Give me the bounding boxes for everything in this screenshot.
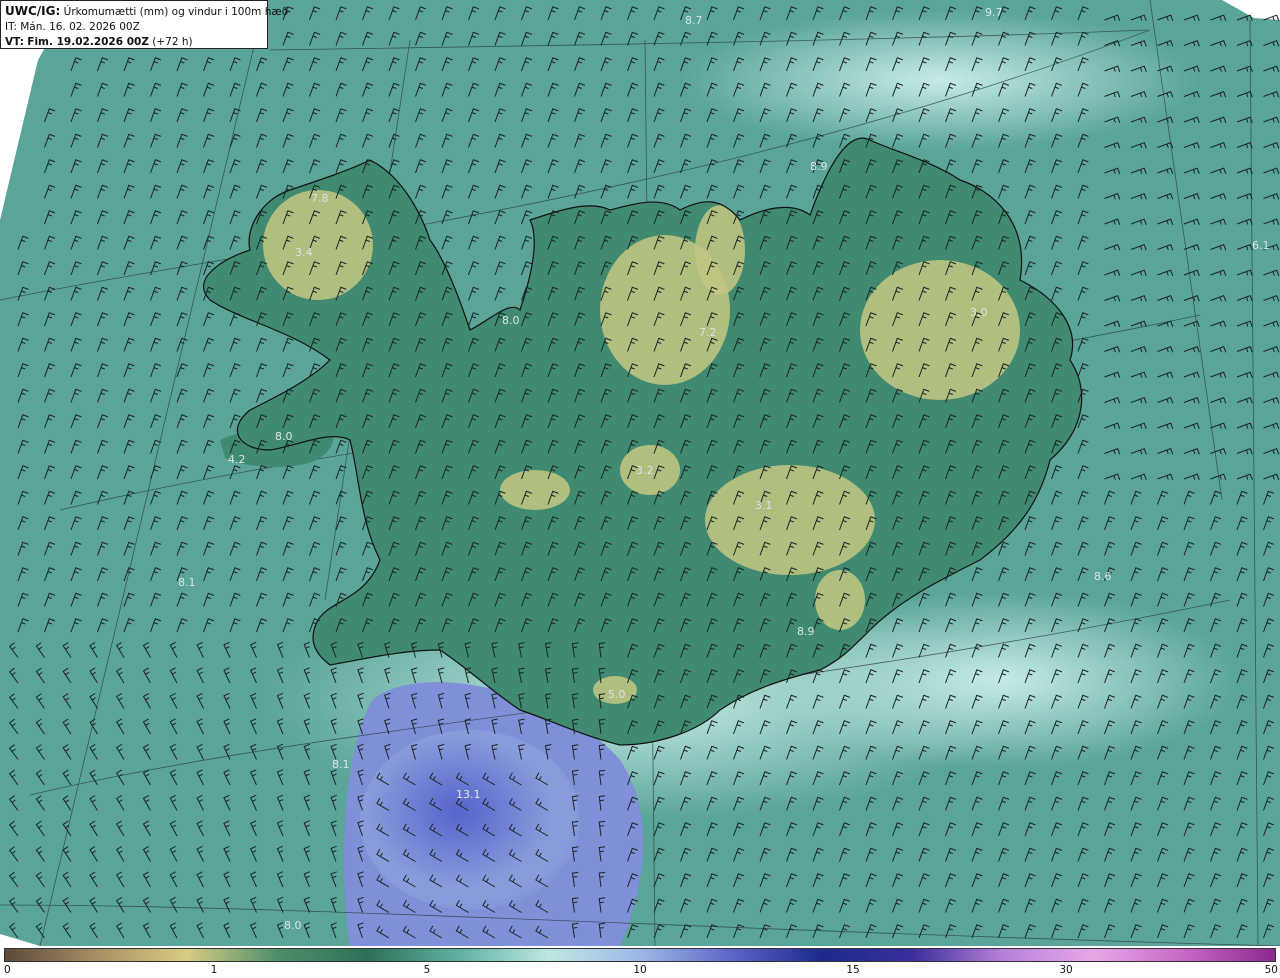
value-label: 9.7: [985, 6, 1003, 19]
value-label: 8.0: [284, 919, 302, 932]
map-canvas: 8.7 9.7 8.9 7.8 3.4 8.0 7.2 3.0 6.1 8.0 …: [0, 0, 1280, 946]
model-code: UWC/IG:: [5, 4, 61, 18]
value-label: 8.1: [178, 576, 196, 589]
value-label: 7.2: [699, 326, 717, 339]
colorbar-tick-label: 15: [846, 964, 860, 976]
colorbar-tick-label: 0: [4, 964, 11, 976]
value-label: 13.1: [456, 788, 481, 801]
colorbar-strip: [4, 948, 1276, 962]
value-label: 3.0: [970, 306, 988, 319]
highland-snaefellsnes: [500, 470, 570, 510]
map-info-box: UWC/IG: Úrkomumætti (mm) og vindur i 100…: [0, 0, 288, 50]
colorbar-tick-label: 1: [210, 964, 218, 976]
init-time-row: IT: Mán. 16. 02. 2026 00Z: [5, 20, 263, 35]
weather-map: 8.7 9.7 8.9 7.8 3.4 8.0 7.2 3.0 6.1 8.0 …: [0, 0, 1280, 946]
highland-westfjords: [263, 190, 373, 300]
colorbar-tick-label: 5: [423, 964, 431, 976]
value-label: 7.8: [311, 192, 329, 205]
colorbar-tick-label: 10: [633, 964, 647, 976]
value-label: 8.7: [685, 14, 703, 27]
value-label: 4.2: [228, 453, 246, 466]
valid-label: VT:: [5, 36, 24, 48]
highland-tindastoll: [695, 205, 745, 295]
lead-time: (+72 h): [152, 36, 193, 48]
highland-northeast: [860, 260, 1020, 400]
map-title: Úrkomumætti (mm) og vindur i 100m hæð: [63, 6, 289, 18]
valid-time-row: VT: Fim. 19.02.2026 00Z (+72 h): [5, 35, 263, 50]
value-label: 3.1: [755, 499, 773, 512]
title-row: UWC/IG: Úrkomumætti (mm) og vindur i 100…: [5, 4, 288, 20]
value-label: 6.1: [1252, 239, 1270, 252]
value-label: 8.9: [810, 160, 828, 173]
colorbar-tick-label: 50: [1264, 964, 1278, 976]
heaviest-precip-core: [360, 730, 580, 910]
value-label: 8.0: [502, 314, 520, 327]
colorbar: 0 1 5 10 15 30 50: [0, 946, 1280, 978]
value-label: 3.4: [295, 246, 313, 259]
valid-time: Fim. 19.02.2026 00Z: [27, 36, 149, 48]
init-label: IT:: [5, 21, 17, 33]
value-label: 3.2: [636, 464, 654, 477]
init-time: Mán. 16. 02. 2026 00Z: [20, 21, 140, 33]
colorbar-tick-label: 30: [1059, 964, 1073, 976]
value-label: 5.0: [608, 688, 626, 701]
value-label: 8.9: [797, 625, 815, 638]
value-label: 8.6: [1094, 570, 1112, 583]
value-label: 8.0: [275, 430, 293, 443]
value-label: 8.1: [332, 758, 350, 771]
